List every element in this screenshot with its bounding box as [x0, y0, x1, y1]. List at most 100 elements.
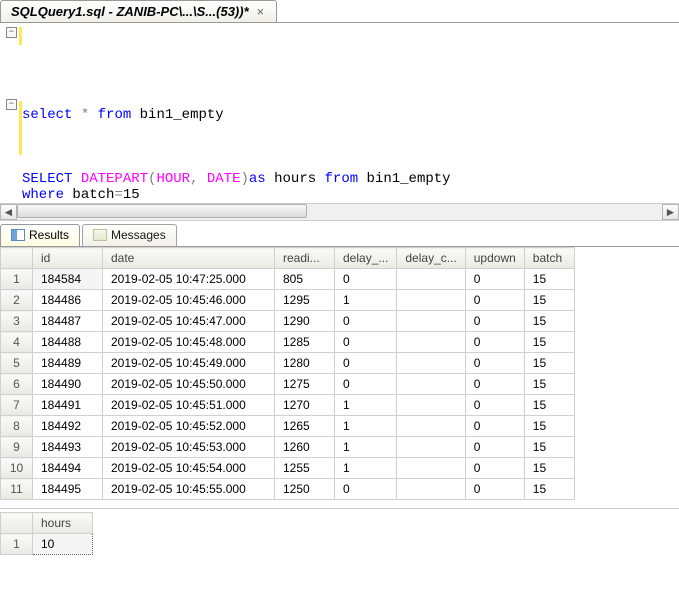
table-cell[interactable]: 1295 — [275, 290, 335, 311]
table-cell[interactable]: 184584 — [33, 269, 103, 290]
table-cell[interactable]: 0 — [465, 311, 524, 332]
table-cell[interactable]: 2019-02-05 10:45:55.000 — [103, 479, 275, 500]
table-cell[interactable] — [397, 332, 465, 353]
table-cell[interactable]: 1260 — [275, 437, 335, 458]
table-cell[interactable]: 1265 — [275, 416, 335, 437]
table-cell[interactable]: 1 — [335, 395, 397, 416]
table-cell[interactable]: 2019-02-05 10:45:50.000 — [103, 374, 275, 395]
column-header-delay-1[interactable]: delay_... — [335, 248, 397, 269]
table-cell[interactable]: 1 — [335, 290, 397, 311]
table-row[interactable]: 31844872019-02-05 10:45:47.00012900015 — [1, 311, 575, 332]
table-cell[interactable]: 184487 — [33, 311, 103, 332]
row-header[interactable]: 8 — [1, 416, 33, 437]
table-row[interactable]: 21844862019-02-05 10:45:46.00012951015 — [1, 290, 575, 311]
table-cell[interactable]: 0 — [465, 353, 524, 374]
results-grid-2[interactable]: hours 110 — [0, 512, 679, 555]
row-header[interactable]: 2 — [1, 290, 33, 311]
table-cell[interactable]: 1275 — [275, 374, 335, 395]
table-cell[interactable]: 2019-02-05 10:45:48.000 — [103, 332, 275, 353]
table-cell[interactable]: 10 — [33, 534, 93, 555]
row-header[interactable]: 9 — [1, 437, 33, 458]
results-grid-1[interactable]: id date readi... delay_... delay_c... up… — [0, 247, 679, 509]
table-cell[interactable]: 0 — [335, 353, 397, 374]
table-cell[interactable] — [397, 458, 465, 479]
table-cell[interactable]: 0 — [335, 269, 397, 290]
fold-toggle-icon[interactable]: − — [6, 99, 17, 110]
tab-results[interactable]: Results — [0, 224, 80, 246]
scroll-right-icon[interactable]: ► — [662, 204, 679, 220]
table-row[interactable]: 111844952019-02-05 10:45:55.00012500015 — [1, 479, 575, 500]
table-cell[interactable]: 0 — [465, 437, 524, 458]
column-header-updown[interactable]: updown — [465, 248, 524, 269]
row-header[interactable]: 5 — [1, 353, 33, 374]
table-cell[interactable]: 2019-02-05 10:45:52.000 — [103, 416, 275, 437]
column-header-reading[interactable]: readi... — [275, 248, 335, 269]
table-cell[interactable]: 0 — [465, 374, 524, 395]
table-cell[interactable]: 184492 — [33, 416, 103, 437]
table-cell[interactable] — [397, 353, 465, 374]
table-cell[interactable]: 1 — [335, 458, 397, 479]
table-cell[interactable]: 15 — [524, 479, 574, 500]
table-cell[interactable]: 1285 — [275, 332, 335, 353]
table-cell[interactable] — [397, 374, 465, 395]
table-cell[interactable]: 15 — [524, 416, 574, 437]
column-header-hours[interactable]: hours — [33, 513, 93, 534]
table-cell[interactable]: 15 — [524, 437, 574, 458]
table-cell[interactable]: 15 — [524, 332, 574, 353]
table-cell[interactable]: 184495 — [33, 479, 103, 500]
table-cell[interactable]: 0 — [335, 311, 397, 332]
table-row[interactable]: 71844912019-02-05 10:45:51.00012701015 — [1, 395, 575, 416]
table-cell[interactable]: 2019-02-05 10:45:47.000 — [103, 311, 275, 332]
table-cell[interactable]: 1270 — [275, 395, 335, 416]
table-cell[interactable]: 15 — [524, 353, 574, 374]
row-header[interactable]: 4 — [1, 332, 33, 353]
table-cell[interactable] — [397, 311, 465, 332]
column-header-date[interactable]: date — [103, 248, 275, 269]
table-cell[interactable]: 1280 — [275, 353, 335, 374]
corner-cell[interactable] — [1, 248, 33, 269]
row-header[interactable]: 10 — [1, 458, 33, 479]
column-header-id[interactable]: id — [33, 248, 103, 269]
table-cell[interactable]: 0 — [465, 479, 524, 500]
table-cell[interactable]: 0 — [335, 479, 397, 500]
table-cell[interactable]: 15 — [524, 290, 574, 311]
table-cell[interactable]: 184491 — [33, 395, 103, 416]
table-cell[interactable]: 2019-02-05 10:45:49.000 — [103, 353, 275, 374]
row-header[interactable]: 1 — [1, 534, 33, 555]
table-cell[interactable]: 1255 — [275, 458, 335, 479]
table-cell[interactable]: 1 — [335, 416, 397, 437]
scroll-thumb[interactable] — [17, 204, 307, 218]
table-row[interactable]: 81844922019-02-05 10:45:52.00012651 015 — [1, 416, 575, 437]
table-cell[interactable]: 184494 — [33, 458, 103, 479]
table-row[interactable]: 41844882019-02-05 10:45:48.00012850015 — [1, 332, 575, 353]
table-cell[interactable]: 184490 — [33, 374, 103, 395]
tab-messages[interactable]: Messages — [82, 224, 177, 246]
table-cell[interactable]: 184486 — [33, 290, 103, 311]
row-header[interactable]: 1 — [1, 269, 33, 290]
table-cell[interactable]: 2019-02-05 10:45:54.000 — [103, 458, 275, 479]
table-cell[interactable]: 15 — [524, 374, 574, 395]
scroll-track[interactable] — [17, 204, 662, 220]
column-header-batch[interactable]: batch — [524, 248, 574, 269]
table-cell[interactable]: 15 — [524, 458, 574, 479]
table-cell[interactable]: 15 — [524, 269, 574, 290]
table-row[interactable]: 51844892019-02-05 10:45:49.00012800015 — [1, 353, 575, 374]
fold-toggle-icon[interactable]: − — [6, 27, 17, 38]
table-cell[interactable]: 184489 — [33, 353, 103, 374]
table-cell[interactable]: 0 — [465, 458, 524, 479]
table-cell[interactable]: 15 — [524, 395, 574, 416]
table-cell[interactable]: 0 — [465, 416, 524, 437]
table-cell[interactable]: 2019-02-05 10:47:25.000 — [103, 269, 275, 290]
row-header[interactable]: 7 — [1, 395, 33, 416]
table-cell[interactable]: 0 — [465, 269, 524, 290]
document-tab[interactable]: SQLQuery1.sql - ZANIB-PC\...\S...(53))* … — [0, 0, 277, 22]
table-cell[interactable]: 1250 — [275, 479, 335, 500]
table-cell[interactable] — [397, 437, 465, 458]
table-row[interactable]: 101844942019-02-05 10:45:54.00012551015 — [1, 458, 575, 479]
table-cell[interactable] — [397, 290, 465, 311]
table-cell[interactable]: 1290 — [275, 311, 335, 332]
table-cell[interactable]: 2019-02-05 10:45:53.000 — [103, 437, 275, 458]
sql-editor[interactable]: − − select * from bin1_empty SELECT DATE… — [0, 23, 679, 203]
row-header[interactable]: 11 — [1, 479, 33, 500]
table-row[interactable]: 91844932019-02-05 10:45:53.00012601015 — [1, 437, 575, 458]
